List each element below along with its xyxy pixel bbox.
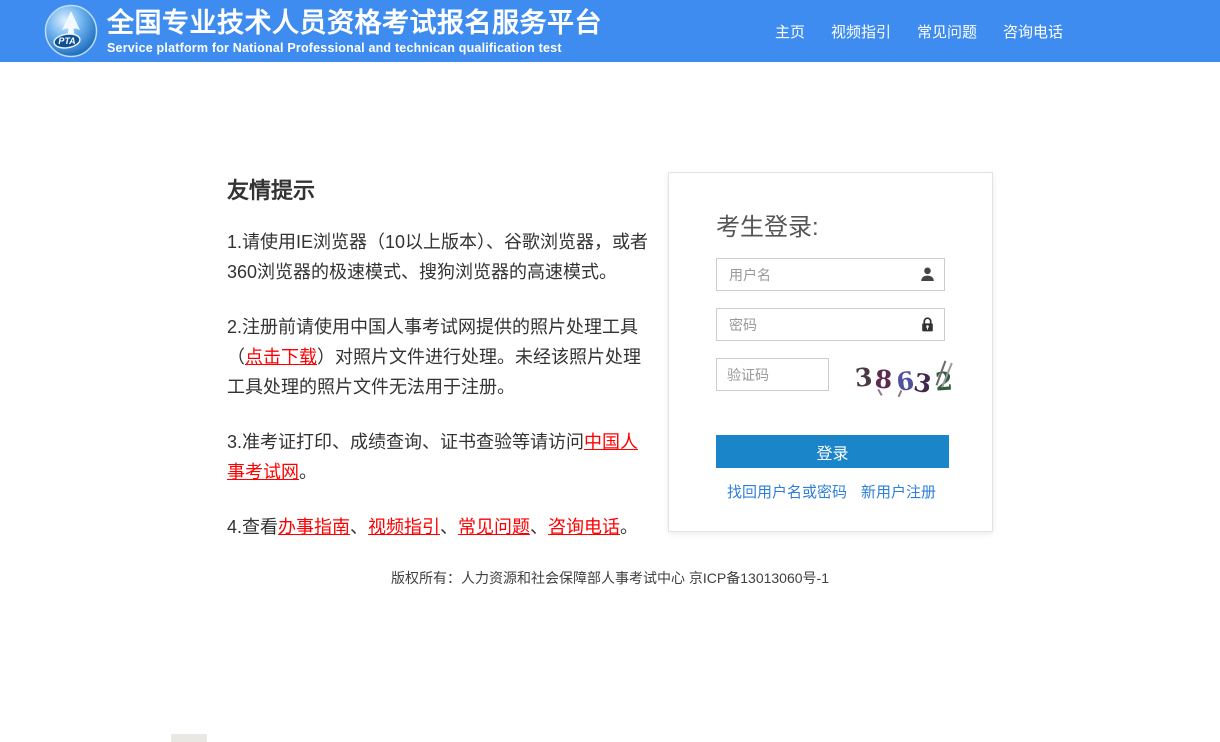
login-button[interactable]: 登录	[716, 435, 949, 468]
top-nav: 主页 视频指引 常见问题 咨询电话	[775, 21, 1063, 42]
nav-video-guide-link[interactable]: 视频指引	[831, 21, 891, 42]
candidate-login-panel: 考生登录: 3 8 6 3 2 登录 找回用户	[668, 172, 993, 532]
captcha-digit: 3	[912, 369, 933, 397]
login-heading: 考生登录:	[716, 207, 945, 242]
new-user-register-link[interactable]: 新用户注册	[861, 481, 936, 502]
tips-heading: 友情提示	[227, 173, 651, 205]
service-guide-link[interactable]: 办事指南	[278, 517, 350, 537]
tip4-text-after: 。	[620, 517, 638, 537]
logo-text: PTA	[58, 36, 75, 46]
captcha-input[interactable]	[716, 358, 829, 391]
faq-link[interactable]: 常见问题	[458, 517, 530, 537]
tip4-separator: 、	[440, 517, 458, 537]
nav-home-link[interactable]: 主页	[775, 21, 805, 42]
tip3-text-before: 3.准考证打印、成绩查询、证书查验等请访问	[227, 432, 584, 452]
page-subtitle: Service platform for National Profession…	[107, 41, 602, 55]
username-field-wrapper	[716, 258, 945, 291]
captcha-row: 3 8 6 3 2	[716, 358, 945, 396]
tip-photo-tool: 2.注册前请使用中国人事考试网提供的照片处理工具（点击下载）对照片文件进行处理。…	[227, 312, 651, 402]
tip4-separator: 、	[530, 517, 548, 537]
pta-logo-icon: PTA	[44, 4, 98, 58]
login-links-row: 找回用户名或密码 新用户注册	[716, 481, 945, 502]
tip3-text-after: 。	[299, 462, 317, 482]
tip4-text-before: 4.查看	[227, 517, 278, 537]
forgot-credentials-link[interactable]: 找回用户名或密码	[727, 481, 847, 502]
copyright-footer: 版权所有：人力资源和社会保障部人事考试中心 京ICP备13013060号-1	[0, 568, 1220, 588]
cutoff-page-fragment	[171, 734, 207, 742]
password-input[interactable]	[716, 308, 945, 341]
tip4-separator: 、	[350, 517, 368, 537]
captcha-digit: 3	[854, 364, 874, 390]
page-title: 全国专业技术人员资格考试报名服务平台	[107, 8, 602, 38]
captcha-image[interactable]: 3 8 6 3 2	[855, 358, 947, 396]
tip-cpta-site: 3.准考证打印、成绩查询、证书查验等请访问中国人事考试网。	[227, 427, 651, 487]
tip-more-links: 4.查看办事指南、视频指引、常见问题、咨询电话。	[227, 512, 651, 542]
user-icon	[919, 266, 936, 283]
header: PTA 全国专业技术人员资格考试报名服务平台 Service platform …	[0, 0, 1220, 62]
password-field-wrapper	[716, 308, 945, 341]
title-block: 全国专业技术人员资格考试报名服务平台 Service platform for …	[107, 8, 602, 55]
lock-icon	[919, 316, 936, 333]
tip-browser: 1.请使用IE浏览器（10以上版本）、谷歌浏览器，或者360浏览器的极速模式、搜…	[227, 227, 651, 287]
friendly-tips-section: 友情提示 1.请使用IE浏览器（10以上版本）、谷歌浏览器，或者360浏览器的极…	[227, 165, 651, 567]
nav-phone-link[interactable]: 咨询电话	[1003, 21, 1063, 42]
phone-link[interactable]: 咨询电话	[548, 517, 620, 537]
nav-faq-link[interactable]: 常见问题	[917, 21, 977, 42]
download-photo-tool-link[interactable]: 点击下载	[245, 347, 317, 367]
video-guide-link[interactable]: 视频指引	[368, 517, 440, 537]
captcha-digit: 8	[874, 366, 893, 392]
username-input[interactable]	[716, 258, 945, 291]
tip1-text: 1.请使用IE浏览器（10以上版本）、谷歌浏览器，或者360浏览器的极速模式、搜…	[227, 232, 648, 282]
